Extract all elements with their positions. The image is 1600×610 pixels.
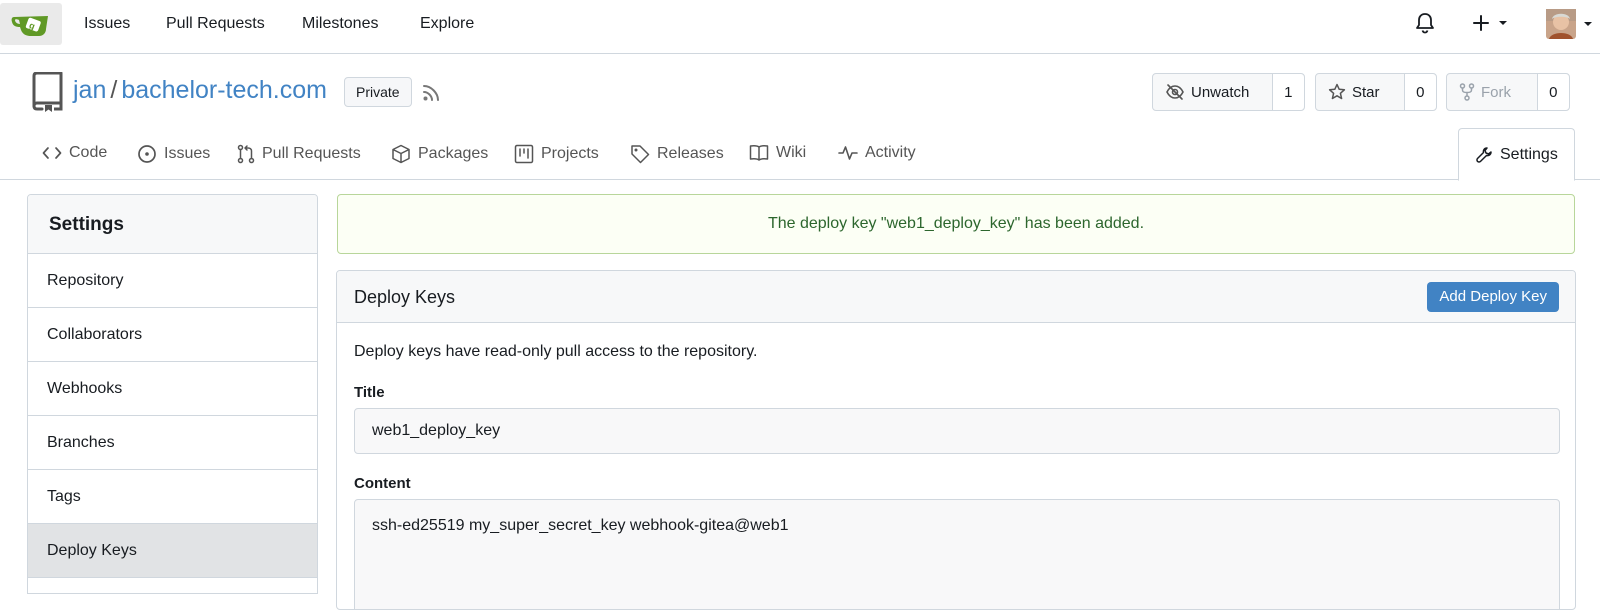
tab-releases[interactable]: Releases bbox=[630, 144, 724, 164]
success-flash-message: The deploy key "web1_deploy_key" has bee… bbox=[337, 194, 1575, 254]
star-count[interactable]: 0 bbox=[1404, 74, 1436, 110]
top-navbar: g Issues Pull Requests Milestones Explor… bbox=[0, 0, 1600, 54]
tab-packages[interactable]: Packages bbox=[391, 144, 488, 164]
repo-name-link[interactable]: bachelor-tech.com bbox=[121, 76, 327, 105]
notifications-button[interactable] bbox=[1415, 12, 1435, 34]
deploy-keys-panel: Deploy Keys Add Deploy Key Deploy keys h… bbox=[336, 270, 1576, 610]
sidebar-item-deploy-keys[interactable]: Deploy Keys bbox=[28, 524, 317, 578]
fork-icon bbox=[1459, 83, 1475, 101]
settings-sidebar: Settings Repository Collaborators Webhoo… bbox=[27, 194, 318, 594]
star-label: Star bbox=[1352, 83, 1380, 101]
tab-label: Wiki bbox=[776, 144, 807, 161]
tab-label: Releases bbox=[657, 145, 724, 162]
star-button-group: Star 0 bbox=[1315, 73, 1437, 111]
pull-request-icon bbox=[237, 144, 255, 164]
rss-feed-link[interactable] bbox=[422, 84, 440, 102]
sidebar-item-tags[interactable]: Tags bbox=[28, 470, 317, 524]
repo-icon bbox=[30, 72, 64, 112]
tab-label: Issues bbox=[164, 145, 211, 162]
gitea-logo-icon: g bbox=[11, 16, 48, 36]
pulse-icon bbox=[838, 146, 858, 160]
bell-icon bbox=[1416, 13, 1434, 34]
tag-icon bbox=[631, 145, 650, 164]
create-new-menu[interactable] bbox=[1472, 14, 1510, 32]
nav-milestones[interactable]: Milestones bbox=[302, 15, 378, 33]
repo-title: jan / bachelor-tech.com bbox=[73, 76, 327, 105]
tab-label: Settings bbox=[1500, 145, 1558, 163]
tab-label: Code bbox=[69, 144, 108, 161]
nav-issues[interactable]: Issues bbox=[84, 15, 130, 33]
caret-down-icon bbox=[1499, 21, 1507, 25]
fork-count[interactable]: 0 bbox=[1537, 74, 1569, 110]
project-icon bbox=[514, 144, 534, 164]
title-input[interactable]: web1_deploy_key bbox=[354, 408, 1560, 454]
sidebar-item-collaborators[interactable]: Collaborators bbox=[28, 308, 317, 362]
caret-down-icon bbox=[1584, 22, 1592, 26]
sidebar-item-webhooks[interactable]: Webhooks bbox=[28, 362, 317, 416]
sidebar-title: Settings bbox=[28, 195, 317, 254]
content-field-label: Content bbox=[354, 475, 411, 492]
wrench-icon bbox=[1476, 146, 1492, 163]
fork-button-group: Fork 0 bbox=[1446, 73, 1570, 111]
tab-label: Pull Requests bbox=[262, 145, 361, 162]
sidebar-item-repository[interactable]: Repository bbox=[28, 254, 317, 308]
tab-wiki[interactable]: Wiki bbox=[749, 144, 806, 162]
deploy-keys-description: Deploy keys have read-only pull access t… bbox=[354, 343, 758, 360]
nav-pull-requests[interactable]: Pull Requests bbox=[166, 15, 265, 33]
star-icon bbox=[1328, 83, 1346, 100]
repo-title-separator: / bbox=[110, 76, 118, 104]
package-icon bbox=[392, 144, 410, 164]
fork-label: Fork bbox=[1481, 83, 1511, 101]
title-field-label: Title bbox=[354, 384, 385, 401]
repo-tabs: Code Issues Pull Requests Packages Proje… bbox=[0, 128, 1600, 181]
watch-count[interactable]: 1 bbox=[1272, 74, 1304, 110]
eye-slash-icon bbox=[1166, 84, 1184, 100]
avatar bbox=[1546, 9, 1576, 39]
tab-label: Activity bbox=[865, 144, 916, 161]
issue-icon bbox=[138, 145, 156, 163]
content-textarea[interactable]: ssh-ed25519 my_super_secret_key webhook-… bbox=[354, 499, 1560, 609]
sidebar-item-branches[interactable]: Branches bbox=[28, 416, 317, 470]
tab-issues[interactable]: Issues bbox=[137, 144, 210, 164]
deploy-keys-title: Deploy Keys bbox=[354, 287, 456, 307]
fork-button[interactable]: Fork bbox=[1447, 74, 1538, 110]
nav-explore[interactable]: Explore bbox=[420, 15, 474, 33]
repo-owner-link[interactable]: jan bbox=[73, 76, 106, 105]
unwatch-button[interactable]: Unwatch bbox=[1153, 74, 1273, 110]
add-deploy-key-button[interactable]: Add Deploy Key bbox=[1427, 282, 1559, 312]
tab-pull-requests[interactable]: Pull Requests bbox=[237, 144, 361, 164]
gitea-logo[interactable]: g bbox=[0, 3, 62, 45]
tab-label: Packages bbox=[418, 145, 489, 162]
tab-label: Projects bbox=[541, 145, 599, 162]
unwatch-label: Unwatch bbox=[1191, 83, 1250, 101]
tab-projects[interactable]: Projects bbox=[514, 144, 599, 164]
tab-code[interactable]: Code bbox=[42, 144, 107, 162]
tab-settings[interactable]: Settings bbox=[1458, 128, 1575, 181]
book-icon bbox=[749, 144, 769, 161]
code-icon bbox=[42, 147, 62, 159]
star-button[interactable]: Star bbox=[1316, 74, 1405, 110]
tab-activity[interactable]: Activity bbox=[838, 144, 916, 162]
unwatch-button-group: Unwatch 1 bbox=[1152, 73, 1305, 111]
plus-icon bbox=[1473, 15, 1489, 31]
private-badge: Private bbox=[344, 77, 412, 107]
user-menu[interactable] bbox=[1546, 9, 1595, 39]
deploy-keys-header: Deploy Keys Add Deploy Key bbox=[337, 271, 1575, 323]
rss-icon bbox=[423, 85, 439, 101]
